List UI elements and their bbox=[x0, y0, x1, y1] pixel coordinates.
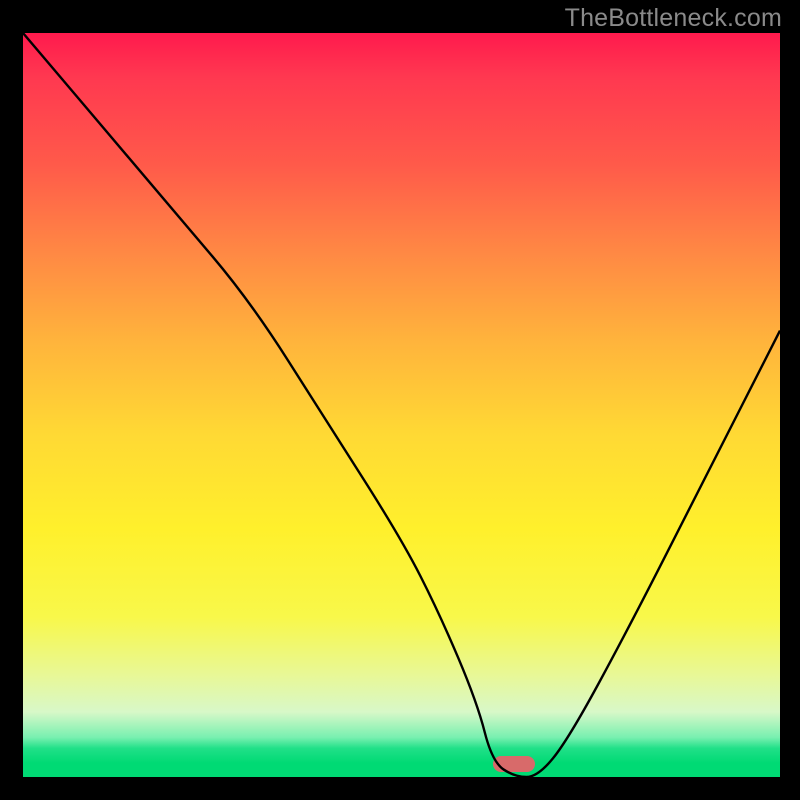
chart-baseline-bar bbox=[23, 763, 780, 777]
bottleneck-marker bbox=[493, 756, 535, 772]
chart-background-gradient bbox=[23, 33, 780, 763]
chart-frame bbox=[23, 33, 780, 777]
watermark-text: TheBottleneck.com bbox=[565, 4, 782, 33]
